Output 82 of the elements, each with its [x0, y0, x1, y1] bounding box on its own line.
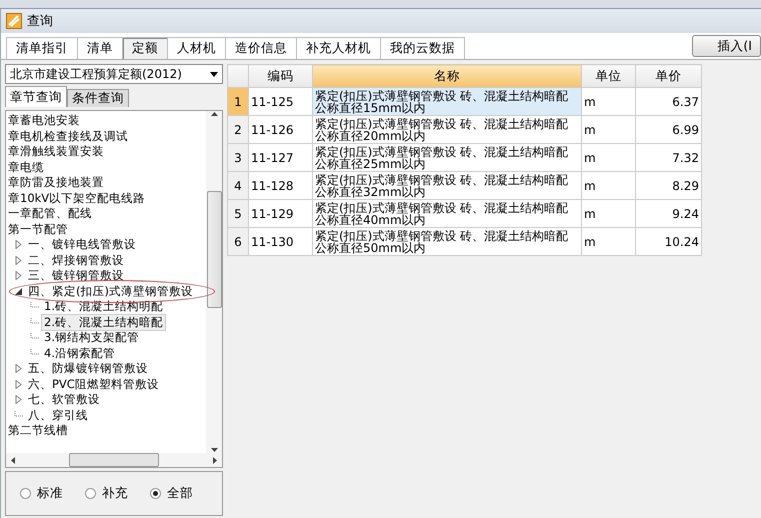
expand-icon[interactable]	[14, 380, 23, 389]
tree-item[interactable]: 四、紧定(扣压)式薄壁钢管敷设	[26, 284, 195, 299]
column-header[interactable]: 单位	[582, 64, 636, 88]
tab[interactable]: 条件查询	[67, 89, 129, 107]
table-cell: 11-126	[248, 116, 312, 144]
table-cell: m	[582, 172, 636, 200]
app-icon	[6, 13, 22, 29]
radio-icon[interactable]	[20, 488, 31, 499]
tree-item[interactable]: 章防雷及接地装置	[6, 175, 106, 190]
expand-icon[interactable]	[14, 271, 23, 280]
tab[interactable]: 章节查询	[5, 86, 67, 107]
table-cell: 6.99	[636, 116, 702, 144]
tree-item[interactable]: 章蓄电池安装	[6, 113, 82, 128]
insert-button[interactable]: 插入(I	[692, 35, 761, 57]
row-number[interactable]: 6	[228, 228, 248, 256]
expand-icon[interactable]	[14, 364, 23, 374]
scroll-right-icon[interactable]	[211, 456, 218, 464]
table-cell: 紧定(扣压)式薄壁钢管敷设 砖、混凝土结构暗配公称直径15mm以内	[312, 88, 582, 116]
table-cell: 11-128	[248, 172, 312, 200]
radio-option[interactable]: 标准	[20, 485, 63, 502]
row-number[interactable]: 5	[228, 200, 248, 228]
tree-item[interactable]: 章滑触线装置安装	[6, 144, 106, 160]
tab[interactable]: 我的云数据	[380, 37, 465, 59]
tree-item[interactable]: 六、PVC阻燃塑料管敷设	[26, 376, 161, 392]
tree-item[interactable]: 2.砖、混凝土结构暗配	[42, 314, 165, 330]
table-cell: 紧定(扣压)式薄壁钢管敷设 砖、混凝土结构暗配公称直径20mm以内	[312, 116, 582, 144]
window-title: 查询	[27, 13, 53, 30]
table-cell: 11-130	[248, 228, 312, 256]
dropdown-arrow-icon[interactable]	[210, 72, 218, 76]
table-cell: 7.32	[636, 144, 702, 172]
tree-item[interactable]: 第一节配管	[6, 222, 70, 237]
tree-item[interactable]: 七、软管敷设	[26, 392, 102, 408]
tree-item[interactable]: 五、防爆镀锌钢管敷设	[26, 361, 150, 376]
table-cell: m	[582, 88, 636, 116]
tab[interactable]: 清单指引	[6, 37, 78, 59]
radio-option[interactable]: 全部	[150, 485, 193, 502]
radio-option[interactable]: 补充	[85, 485, 128, 502]
table-cell: 紧定(扣压)式薄壁钢管敷设 砖、混凝土结构暗配公称直径25mm以内	[312, 144, 582, 172]
tree-item[interactable]: 二、焊接钢管敷设	[26, 252, 126, 268]
vertical-scrollbar[interactable]	[206, 111, 222, 453]
table-cell: 11-129	[248, 200, 312, 228]
table-cell: m	[582, 144, 636, 172]
table-cell: m	[582, 200, 636, 228]
row-number[interactable]: 1	[228, 88, 248, 116]
radio-icon[interactable]	[85, 488, 96, 499]
table-cell: 紧定(扣压)式薄壁钢管敷设 砖、混凝土结构暗配公称直径40mm以内	[312, 200, 582, 228]
tree-item[interactable]: 3.钢结构支架配管	[42, 330, 141, 346]
quota-dropdown[interactable]: 北京市建设工程预算定额(2012)	[5, 64, 223, 84]
collapse-icon[interactable]	[14, 286, 23, 296]
column-header[interactable]: 单价	[636, 64, 702, 88]
column-header[interactable]: 名称	[312, 64, 582, 88]
table-cell: 11-127	[248, 144, 312, 172]
column-header[interactable]: 编码	[248, 64, 312, 88]
scroll-left-icon[interactable]	[10, 456, 17, 464]
tree-item[interactable]: 章10kV以下架空配电线路	[6, 190, 148, 206]
table-cell: 紧定(扣压)式薄壁钢管敷设 砖、混凝土结构暗配公称直径32mm以内	[312, 172, 582, 200]
tree-item[interactable]: 一、镀锌电线管敷设	[26, 237, 138, 252]
table-cell: 6.37	[636, 88, 702, 116]
row-number[interactable]: 3	[228, 144, 248, 172]
tree-item[interactable]: 八、穿引线	[26, 408, 90, 423]
tree-item[interactable]: 章电机检查接线及调试	[6, 128, 130, 144]
scroll-up-icon[interactable]	[210, 111, 218, 118]
table-header-corner	[228, 64, 248, 88]
table-cell: m	[582, 116, 636, 144]
expand-icon[interactable]	[14, 395, 23, 404]
table-cell: 10.24	[636, 228, 702, 256]
expand-icon[interactable]	[14, 240, 23, 250]
radio-icon[interactable]	[150, 488, 161, 499]
row-number[interactable]: 2	[228, 116, 248, 144]
horizontal-scrollbar[interactable]	[6, 453, 222, 467]
expand-icon[interactable]	[14, 256, 23, 265]
tree-item[interactable]: 第二节线槽	[6, 423, 70, 438]
row-number[interactable]: 4	[228, 172, 248, 200]
tab[interactable]: 定额	[122, 37, 168, 59]
table-cell: 9.24	[636, 200, 702, 228]
table-cell: 紧定(扣压)式薄壁钢管敷设 砖、混凝土结构暗配公称直径50mm以内	[312, 228, 582, 256]
tree-item[interactable]: 4.沿钢索配管	[42, 346, 117, 361]
table-cell: 8.29	[636, 172, 702, 200]
table-cell: m	[582, 228, 636, 256]
tree-item[interactable]: 章电缆	[6, 160, 46, 175]
tree-item[interactable]: 三、镀锌钢管敷设	[26, 268, 126, 284]
tree-item[interactable]: 一章配管、配线	[6, 206, 94, 222]
